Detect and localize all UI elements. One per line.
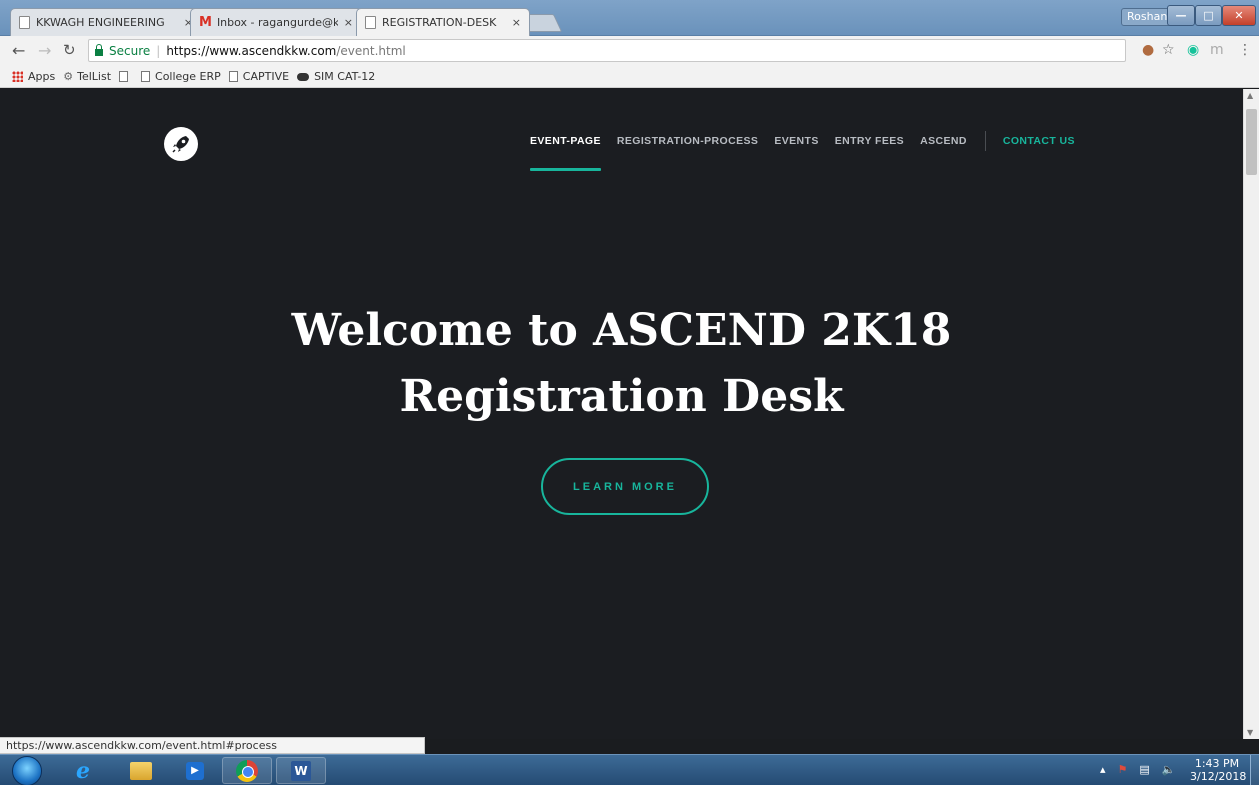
bookmark-captive[interactable]: CAPTIVE (228, 70, 289, 83)
system-tray: ▴ ⚑ ▤ 🔈 (1100, 763, 1176, 776)
rocket-icon (172, 136, 189, 153)
minimize-button[interactable]: — (1167, 5, 1195, 26)
show-desktop-button[interactable] (1250, 755, 1259, 785)
taskbar-explorer[interactable] (116, 757, 166, 784)
chrome-icon (236, 759, 258, 782)
nav-contact-us[interactable]: CONTACT US (1003, 135, 1075, 147)
tab-title: Inbox - ragangurde@kk (216, 16, 338, 29)
network-icon[interactable]: ▤ (1139, 763, 1149, 776)
play-icon: ▶ (186, 761, 204, 780)
nav-events[interactable]: EVENTS (774, 135, 818, 147)
nav-registration-process[interactable]: REGISTRATION-PROCESS (617, 135, 758, 147)
internet-explorer-icon: e (76, 757, 90, 784)
nav-divider (984, 131, 986, 151)
tab-gmail-inbox[interactable]: M Inbox - ragangurde@kk × (190, 8, 362, 36)
menu-dots-icon[interactable]: ⋮ (1238, 42, 1252, 58)
close-icon[interactable]: × (344, 16, 353, 29)
taskbar-chrome[interactable] (222, 757, 272, 784)
word-icon: W (291, 760, 311, 781)
tab-title: REGISTRATION-DESK (382, 16, 497, 29)
start-button[interactable] (12, 756, 42, 785)
page-icon (141, 71, 151, 82)
status-url-bubble: https://www.ascendkkw.com/event.html#pro… (0, 737, 425, 754)
hero-title-line1: Welcome to ASCEND 2K18 (291, 305, 952, 356)
tab-registration-desk[interactable]: REGISTRATION-DESK × (356, 8, 530, 36)
screen: KKWAGH ENGINEERING × M Inbox - ragangurd… (0, 0, 1259, 785)
bookmark-blank[interactable] (119, 71, 133, 82)
secure-label: Secure (109, 43, 151, 58)
scroll-up-icon[interactable]: ▲ (1247, 91, 1253, 100)
clock-time: 1:43 PM (1194, 757, 1240, 770)
profile-button[interactable]: Roshan (1121, 8, 1174, 26)
back-arrow-icon[interactable]: ← (12, 41, 25, 60)
browser-toolbar: ← → ↻ Secure | https://www.ascendkkw.com… (0, 36, 1259, 66)
taskbar-word[interactable]: W (276, 757, 326, 784)
bookmark-sim-cat[interactable]: SIM CAT-12 (297, 70, 375, 83)
nav-event-page[interactable]: EVENT-PAGE (530, 135, 601, 171)
gear-icon: ⚙ (63, 70, 74, 83)
close-icon[interactable]: × (512, 16, 521, 29)
folder-icon (130, 761, 152, 780)
grammarly-icon[interactable]: ◉ (1187, 42, 1199, 58)
scroll-down-icon[interactable]: ▼ (1247, 728, 1253, 737)
url-host: https://www.ascendkkw.com (166, 43, 337, 58)
tab-title: KKWAGH ENGINEERING (36, 16, 165, 29)
tab-kkwagh[interactable]: KKWAGH ENGINEERING × (10, 8, 202, 36)
forward-arrow-icon[interactable]: → (38, 41, 51, 60)
taskbar-clock[interactable]: 1:43 PM 3/12/2018 (1190, 757, 1247, 783)
sim-icon (297, 72, 310, 81)
maximize-button[interactable]: □ (1195, 5, 1222, 26)
scroll-thumb[interactable] (1246, 109, 1257, 175)
extension-m-icon[interactable]: m (1210, 42, 1224, 58)
hero-title-line2: Registration Desk (399, 371, 844, 422)
site-logo[interactable] (164, 127, 198, 161)
page-icon (19, 16, 30, 29)
reload-icon[interactable]: ↻ (63, 41, 76, 59)
bookmark-tellist[interactable]: ⚙ TelList (63, 70, 111, 83)
nav-entry-fees[interactable]: ENTRY FEES (835, 135, 904, 147)
site-nav: EVENT-PAGE REGISTRATION-PROCESS EVENTS E… (530, 131, 1091, 171)
page-scrollbar[interactable]: ▲ ▼ (1243, 89, 1259, 739)
lock-icon (95, 43, 103, 56)
apps-icon (12, 71, 23, 82)
learn-more-button[interactable]: LEARN MORE (541, 458, 709, 515)
extension-icon[interactable]: ● (1142, 42, 1154, 58)
taskbar-ie[interactable]: e (58, 757, 108, 784)
volume-icon[interactable]: 🔈 (1162, 763, 1176, 776)
bookmark-college-erp[interactable]: College ERP (141, 70, 221, 83)
tray-expand-icon[interactable]: ▴ (1100, 763, 1106, 776)
gmail-icon: M (199, 15, 212, 30)
address-bar[interactable]: Secure | https://www.ascendkkw.com/event… (88, 39, 1126, 62)
url-path: /event.html (336, 43, 406, 58)
clock-date: 3/12/2018 (1190, 770, 1247, 783)
page-icon (228, 71, 238, 82)
bookmarks-bar: Apps ⚙ TelList College ERP CAPTIVE SIM CA… (0, 66, 1259, 88)
windows-taskbar: e ▶ W ▴ ⚑ ▤ 🔈 1:43 PM 3/12/2018 (0, 754, 1259, 785)
web-page: EVENT-PAGE REGISTRATION-PROCESS EVENTS E… (0, 89, 1243, 739)
flag-icon[interactable]: ⚑ (1118, 763, 1128, 776)
bookmark-apps[interactable]: Apps (12, 70, 55, 83)
page-icon (365, 16, 376, 29)
browser-titlebar: KKWAGH ENGINEERING × M Inbox - ragangurd… (0, 0, 1259, 36)
taskbar-media[interactable]: ▶ (170, 757, 220, 784)
star-icon[interactable]: ☆ (1162, 42, 1175, 58)
omnibox-separator: | (156, 43, 161, 58)
page-icon (119, 71, 129, 82)
hero-title: Welcome to ASCEND 2K18 Registration Desk (0, 298, 1243, 430)
nav-ascend[interactable]: ASCEND (920, 135, 967, 147)
close-window-button[interactable]: ✕ (1222, 5, 1256, 26)
